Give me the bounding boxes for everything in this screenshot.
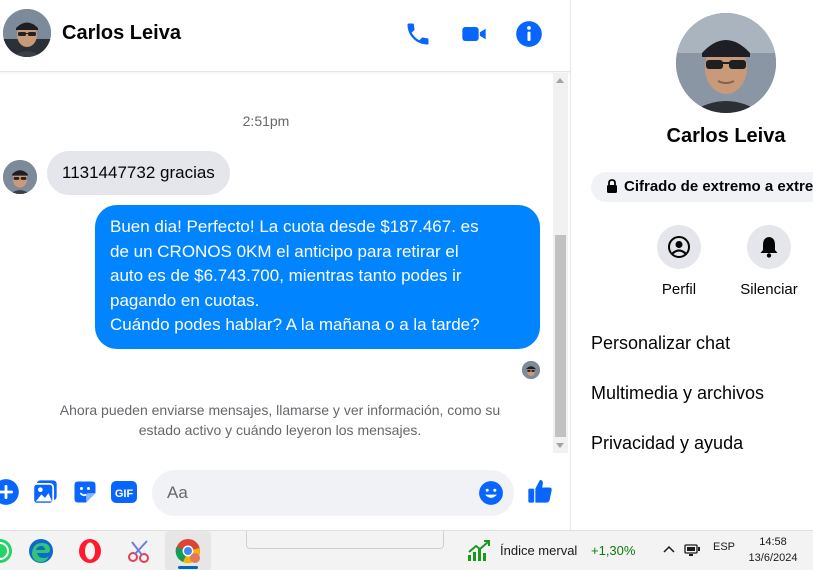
- scroll-thumb[interactable]: [555, 235, 566, 437]
- message-composer: GIF: [0, 462, 570, 522]
- profile-icon: [657, 225, 701, 269]
- contact-avatar[interactable]: [3, 9, 51, 57]
- sticker-icon[interactable]: [71, 478, 99, 506]
- plus-icon[interactable]: [0, 478, 20, 506]
- mute-label: Silenciar: [740, 281, 798, 298]
- trend-up-icon: [468, 540, 490, 561]
- encryption-label: Cifrado de extremo a extremo: [624, 178, 813, 195]
- emoji-icon[interactable]: [478, 480, 504, 506]
- chat-pane: Carlos Leiva 2:51pm 1131447732 gracias B…: [0, 0, 570, 530]
- info-icon[interactable]: [515, 20, 543, 48]
- outgoing-message-line: pagando en cuotas.: [110, 290, 260, 310]
- language-indicator[interactable]: ESP: [713, 541, 735, 553]
- widget-change: +1,30%: [591, 543, 636, 558]
- clock-time: 14:58: [759, 536, 787, 548]
- gif-icon[interactable]: GIF: [110, 478, 138, 506]
- customize-chat-menu-item[interactable]: Personalizar chat: [591, 333, 730, 354]
- outgoing-message-line: Cuándo podes hablar? A la mañana o a la …: [110, 315, 480, 334]
- incoming-message[interactable]: 1131447732 gracias: [47, 151, 230, 195]
- system-note: Ahora pueden enviarse mensajes, llamarse…: [20, 400, 540, 440]
- chevron-up-icon[interactable]: [660, 541, 678, 559]
- message-input[interactable]: [152, 470, 514, 516]
- seen-receipt-avatar: [522, 361, 540, 379]
- chrome-icon[interactable]: [174, 537, 202, 565]
- edge-icon[interactable]: [27, 537, 55, 565]
- media-and-files-menu-item[interactable]: Multimedia y archivos: [591, 383, 764, 404]
- profile-button[interactable]: Perfil: [634, 225, 724, 298]
- bell-icon: [747, 225, 791, 269]
- phone-icon[interactable]: [404, 20, 432, 48]
- scroll-down-arrow-icon[interactable]: [553, 439, 568, 453]
- system-note-line: estado activo y cuándo leyeron los mensa…: [138, 422, 422, 438]
- photo-icon[interactable]: [31, 478, 59, 506]
- network-icon[interactable]: [683, 541, 701, 559]
- mute-button[interactable]: Silenciar: [724, 225, 813, 298]
- system-clock[interactable]: 14:58 13/6/2024: [740, 534, 806, 566]
- encryption-badge[interactable]: Cifrado de extremo a extremo: [591, 172, 813, 202]
- thumbs-up-icon[interactable]: [526, 477, 554, 505]
- profile-photo[interactable]: [676, 13, 776, 113]
- outgoing-message-line: auto es de $6.743.700, mientras tanto po…: [110, 266, 462, 285]
- profile-label: Perfil: [661, 281, 697, 298]
- profile-name: Carlos Leiva: [666, 125, 786, 147]
- outgoing-message-line: de un CRONOS 0KM el anticipo para retira…: [110, 241, 459, 261]
- chat-header: Carlos Leiva: [0, 0, 570, 72]
- snipping-tool-icon[interactable]: [125, 537, 153, 565]
- screen: Carlos Leiva 2:51pm 1131447732 gracias B…: [0, 0, 813, 570]
- message-scrollbar[interactable]: [553, 73, 568, 453]
- clock-date: 13/6/2024: [748, 552, 798, 564]
- privacy-and-help-menu-item[interactable]: Privacidad y ayuda: [591, 433, 743, 454]
- contact-name[interactable]: Carlos Leiva: [62, 22, 181, 45]
- svg-text:GIF: GIF: [115, 488, 134, 500]
- scroll-up-arrow-icon[interactable]: [553, 73, 568, 87]
- outgoing-message[interactable]: Buen dia! Perfecto! La cuota desde $187.…: [95, 205, 540, 349]
- message-list: 2:51pm 1131447732 gracias Buen dia! Perf…: [0, 73, 552, 453]
- widget-name: Índice merval: [500, 543, 578, 558]
- window-preview-edge: [246, 531, 444, 549]
- message-timestamp: 2:51pm: [242, 113, 290, 129]
- lock-icon: [607, 178, 617, 193]
- system-note-line: Ahora pueden enviarse mensajes, llamarse…: [59, 402, 501, 418]
- sender-avatar[interactable]: [3, 160, 37, 194]
- outgoing-message-line: Buen dia! Perfecto! La cuota desde $187.…: [110, 217, 479, 236]
- opera-icon[interactable]: [76, 537, 104, 565]
- conversation-info-panel: Carlos Leiva Cifrado de extremo a extrem…: [570, 0, 813, 530]
- taskbar: Índice merval +1,30% ESP 14:58 13/6/2024: [0, 530, 813, 570]
- video-camera-icon[interactable]: [460, 20, 488, 48]
- whatsapp-icon[interactable]: [0, 537, 14, 565]
